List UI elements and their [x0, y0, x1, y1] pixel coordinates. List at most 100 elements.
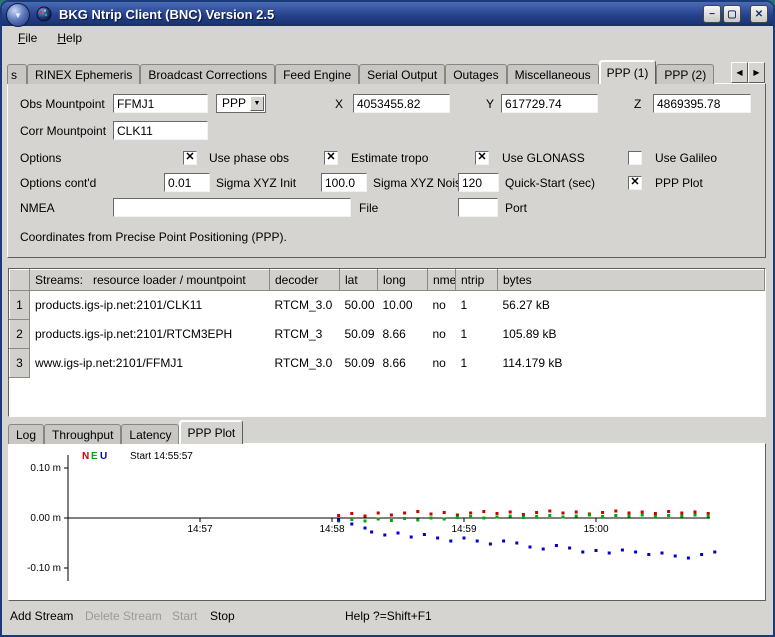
table-corner: [10, 270, 30, 291]
column-header[interactable]: ntrip: [456, 270, 498, 291]
row-number: 3: [10, 349, 30, 378]
nmea-file-input[interactable]: [113, 198, 351, 217]
sigma-xyz-noise-input[interactable]: [321, 173, 367, 192]
obs-mountpoint-label: Obs Mountpoint: [20, 94, 105, 114]
stop-button[interactable]: Stop: [210, 609, 235, 623]
y-coordinate-input[interactable]: [501, 94, 598, 113]
column-header[interactable]: lat: [340, 270, 378, 291]
table-cell: 10.00: [378, 291, 428, 320]
streams-table[interactable]: Streams: resource loader / mountpointdec…: [8, 268, 766, 417]
tab-feed-engine[interactable]: Feed Engine: [275, 64, 359, 84]
tab-scroll-arrows: ◀ ▶: [731, 62, 765, 83]
tab-s[interactable]: s: [7, 64, 27, 84]
menu-help[interactable]: Help: [49, 28, 90, 48]
chevron-down-icon[interactable]: ▼: [250, 96, 264, 111]
tab-ppp-1-[interactable]: PPP (1): [599, 60, 657, 84]
table-cell: 1: [456, 291, 498, 320]
sigma-xyz-noise-label: Sigma XYZ Noise: [373, 173, 468, 193]
column-header[interactable]: nmea: [428, 270, 456, 291]
ppp-mode-value: PPP: [222, 96, 246, 110]
tab-throughput[interactable]: Throughput: [44, 424, 121, 444]
table-cell: products.igs-ip.net:2101/CLK11: [30, 291, 270, 320]
svg-text:14:57: 14:57: [187, 524, 212, 535]
window-menu-ball-icon[interactable]: ▼: [6, 3, 30, 27]
x-coordinate-input[interactable]: [353, 94, 450, 113]
z-label: Z: [634, 94, 641, 114]
table-row[interactable]: 2products.igs-ip.net:2101/RTCM3EPHRTCM_3…: [10, 320, 765, 349]
minimize-icon[interactable]: −: [703, 5, 721, 23]
use-phase-obs-label: Use phase obs: [209, 148, 289, 168]
tab-latency[interactable]: Latency: [121, 424, 179, 444]
quick-start-input[interactable]: [458, 173, 499, 192]
sigma-xyz-init-input[interactable]: [164, 173, 210, 192]
sigma-xyz-init-label: Sigma XYZ Init: [216, 173, 296, 193]
svg-text:15:00: 15:00: [583, 524, 608, 535]
app-window: ▼ BKG Ntrip Client (BNC) Version 2.5 − ▢…: [0, 0, 775, 637]
tab-log[interactable]: Log: [8, 424, 44, 444]
table-cell: 105.89 kB: [498, 320, 765, 349]
panel-hint-text: Coordinates from Precise Point Positioni…: [20, 227, 287, 247]
table-cell: 8.66: [378, 320, 428, 349]
table-cell: 50.09: [340, 349, 378, 378]
use-glonass-label: Use GLONASS: [502, 148, 585, 168]
help-hint: Help ?=Shift+F1: [345, 609, 432, 623]
tab-miscellaneous[interactable]: Miscellaneous: [507, 64, 599, 84]
add-stream-button[interactable]: Add Stream: [10, 609, 73, 623]
table-cell: no: [428, 349, 456, 378]
maximize-icon[interactable]: ▢: [723, 5, 741, 23]
table-cell: 1: [456, 349, 498, 378]
table-cell: no: [428, 291, 456, 320]
menu-file[interactable]: File: [10, 28, 45, 48]
nmea-port-input[interactable]: [458, 198, 498, 217]
table-cell: 50.00: [340, 291, 378, 320]
table-row[interactable]: 3www.igs-ip.net:2101/FFMJ1RTCM_3.050.098…: [10, 349, 765, 378]
table-row[interactable]: 1 products.igs-ip.net:2101/CLK11RTCM_3.05…: [10, 291, 765, 320]
nmea-file-label: File: [359, 198, 378, 218]
menubar: File Help: [2, 26, 773, 50]
tab-ppp-2-[interactable]: PPP (2): [656, 64, 714, 84]
table-cell: RTCM_3: [270, 320, 340, 349]
z-coordinate-input[interactable]: [653, 94, 751, 113]
delete-stream-button[interactable]: Delete Stream: [85, 609, 162, 623]
svg-text:14:58: 14:58: [319, 524, 344, 535]
ppp1-panel: Obs Mountpoint PPP ▼ X Y Z Corr Mountpoi…: [7, 83, 766, 258]
svg-text:E: E: [91, 451, 98, 462]
use-glonass-checkbox[interactable]: [475, 151, 489, 165]
table-cell: 114.179 kB: [498, 349, 765, 378]
table-cell: 1: [456, 320, 498, 349]
ppp-plot-checkbox[interactable]: [628, 176, 642, 190]
corr-mountpoint-input[interactable]: [113, 121, 208, 140]
bnc-app-icon: [36, 6, 52, 22]
tab-scroll-left-icon[interactable]: ◀: [731, 62, 748, 83]
settings-tabbar: sRINEX EphemerisBroadcast CorrectionsFee…: [7, 60, 727, 84]
tab-outages[interactable]: Outages: [445, 64, 506, 84]
use-galileo-checkbox[interactable]: [628, 151, 642, 165]
streams-table-header: Streams: resource loader / mountpointdec…: [10, 270, 765, 291]
estimate-tropo-checkbox[interactable]: [324, 151, 338, 165]
titlebar[interactable]: ▼ BKG Ntrip Client (BNC) Version 2.5 − ▢…: [2, 2, 773, 26]
table-cell: 8.66: [378, 349, 428, 378]
tab-broadcast-corrections[interactable]: Broadcast Corrections: [140, 64, 275, 84]
column-header[interactable]: long: [378, 270, 428, 291]
column-header[interactable]: Streams: resource loader / mountpoint: [30, 270, 270, 291]
use-phase-obs-checkbox[interactable]: [183, 151, 197, 165]
tab-ppp-plot[interactable]: PPP Plot: [179, 420, 243, 444]
quick-start-label: Quick-Start (sec): [505, 173, 595, 193]
tab-rinex-ephemeris[interactable]: RINEX Ephemeris: [27, 64, 140, 84]
start-button[interactable]: Start: [172, 609, 197, 623]
table-cell: 50.09: [340, 320, 378, 349]
ppp-plot-label: PPP Plot: [655, 173, 703, 193]
svg-text:U: U: [100, 451, 107, 462]
obs-mountpoint-input[interactable]: [113, 94, 208, 113]
ppp-mode-select[interactable]: PPP ▼: [216, 94, 266, 113]
options-contd-label: Options cont'd: [20, 173, 96, 193]
tab-scroll-right-icon[interactable]: ▶: [748, 62, 765, 83]
table-cell: RTCM_3.0: [270, 291, 340, 320]
ppp-plot-panel: 0.10 m0.00 m-0.10 m14:5714:5814:5915:00N…: [8, 443, 766, 601]
column-header[interactable]: bytes: [498, 270, 765, 291]
column-header[interactable]: decoder: [270, 270, 340, 291]
window-title: BKG Ntrip Client (BNC) Version 2.5: [59, 7, 274, 22]
tab-serial-output[interactable]: Serial Output: [359, 64, 445, 84]
close-icon[interactable]: ✕: [750, 5, 768, 23]
use-galileo-label: Use Galileo: [655, 148, 717, 168]
